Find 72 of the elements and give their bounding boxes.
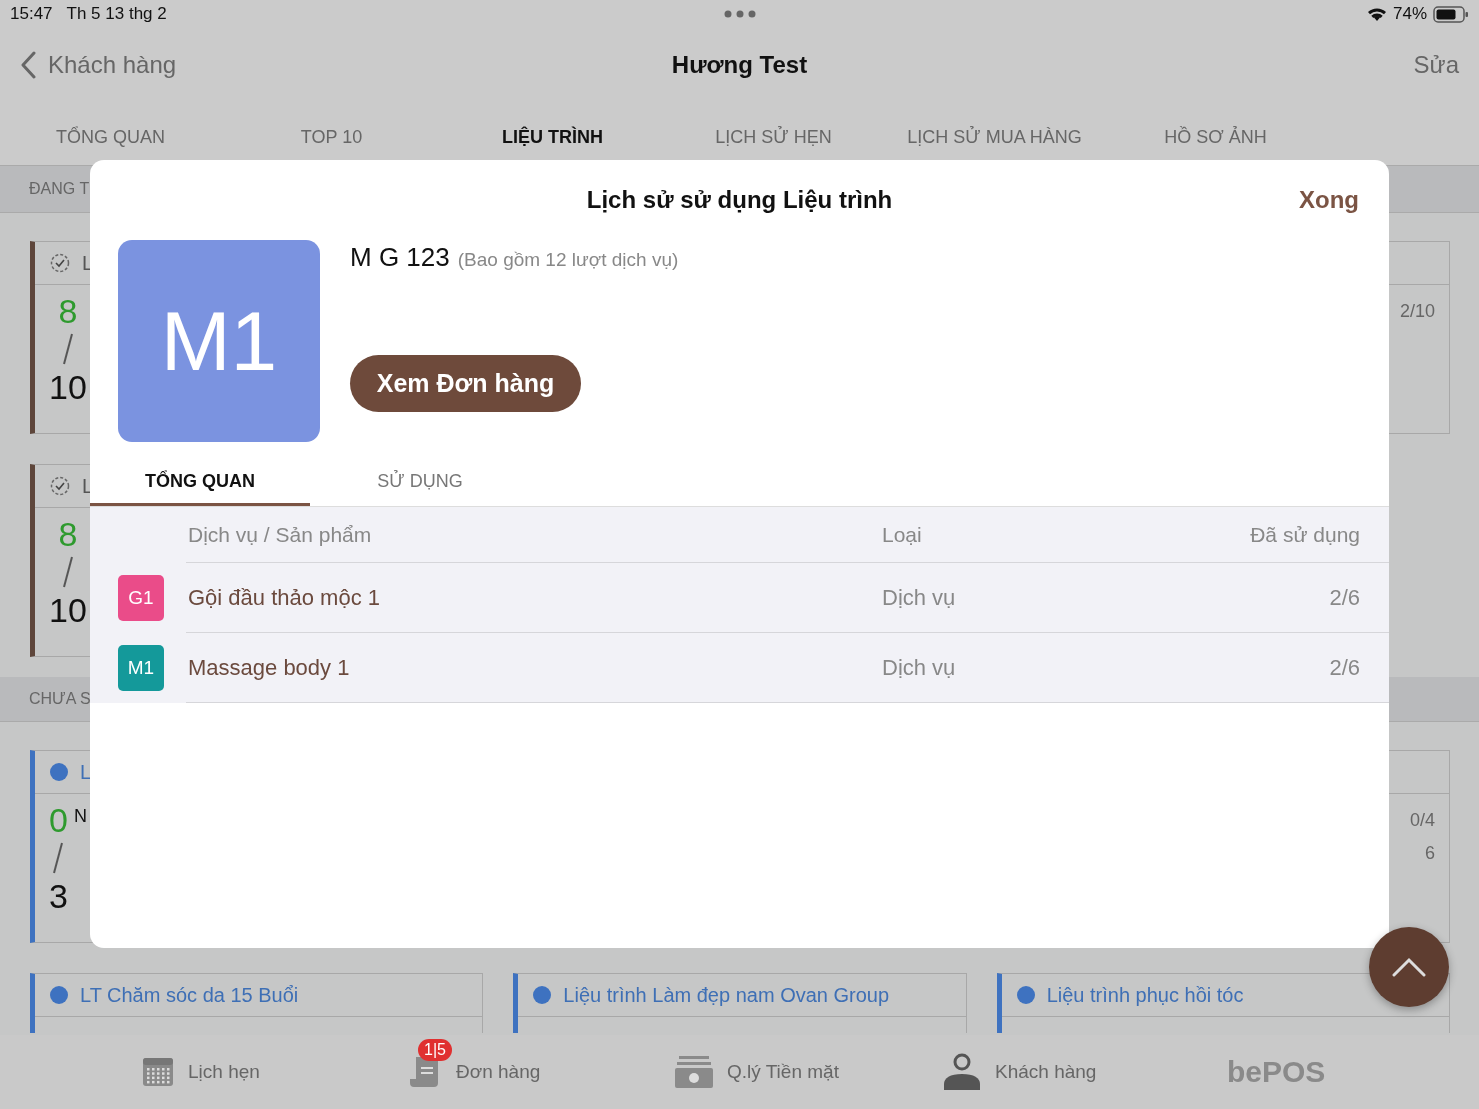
chevron-left-icon: [20, 51, 36, 79]
cash-icon: [675, 1055, 713, 1089]
view-order-button[interactable]: Xem Đơn hàng: [350, 355, 581, 412]
slash-icon: [61, 556, 74, 588]
total-count: 3: [49, 878, 68, 914]
section-title: CHƯA S: [29, 690, 91, 708]
tab[interactable]: SỬ DỤNG: [310, 460, 530, 506]
avatar-tile: M1: [118, 240, 320, 442]
dialog-title: Lịch sử sử dụng Liệu trình: [586, 186, 893, 214]
used-count: 8: [58, 293, 78, 329]
course-title: Liệu trình phục hồi tóc: [1046, 983, 1244, 1007]
section-title: ĐANG T: [29, 180, 90, 198]
person-icon: [943, 1053, 981, 1091]
status-time: 15:47: [10, 4, 53, 24]
package-subtitle: (Bao gồm 12 lượt dịch vụ): [457, 249, 679, 271]
tab[interactable]: HỒ SƠ ẢNH: [1105, 102, 1326, 165]
table-cell-text: Gội đầu thảo mộc 1: [188, 584, 381, 611]
course-title: Liệu trình Làm đẹp nam Ovan Group: [563, 983, 890, 1007]
course-card[interactable]: LT Chăm sóc da 15 Buổi: [30, 973, 484, 1033]
column-header: Dịch vụ / Sản phẩm: [188, 522, 373, 547]
done-button[interactable]: Xong: [1299, 186, 1359, 214]
slash-icon: [52, 842, 65, 874]
chevron-up-icon: [1392, 957, 1426, 977]
usage-count: 0/4: [1409, 810, 1435, 831]
battery-icon: [1433, 5, 1469, 23]
tab[interactable]: LỊCH SỬ HẸN: [663, 102, 884, 165]
tab[interactable]: LỊCH SỬ MUA HÀNG: [884, 102, 1105, 165]
brand-logo: bePOS: [1227, 1055, 1326, 1089]
status-dot-icon: [50, 763, 68, 781]
battery-percent: 74%: [1392, 4, 1427, 24]
edit-button[interactable]: Sửa: [1413, 51, 1459, 79]
course-card[interactable]: Liệu trình phục hồi tóc: [996, 973, 1450, 1033]
check-circle-icon: [50, 476, 70, 496]
usage-count: 2/10: [1399, 301, 1435, 322]
tab[interactable]: LIỆU TRÌNH: [442, 102, 663, 165]
more-dots-icon: [724, 10, 756, 18]
course-note: N: [73, 806, 87, 828]
remaining-count: 6: [1425, 843, 1435, 864]
slash-icon: [61, 333, 74, 365]
status-date: Th 5 13 thg 2: [66, 4, 167, 24]
back-button[interactable]: Khách hàng: [20, 51, 177, 79]
tab[interactable]: TỔNG QUAN: [0, 102, 221, 165]
page-title: Hương Test: [671, 51, 808, 79]
used-count: 0: [49, 802, 68, 838]
tab[interactable]: TOP 10: [221, 102, 442, 165]
count-badge: 1|5: [418, 1039, 452, 1061]
table-cell-text: 2/6: [1328, 654, 1361, 681]
bottom-tab[interactable]: Q.lý Tiền mặt: [675, 1035, 943, 1109]
column-header: Đã sử dụng: [1249, 522, 1361, 547]
check-circle-icon: [50, 253, 70, 273]
service-badge: G1: [118, 574, 164, 621]
service-badge: M1: [118, 644, 164, 691]
bottom-tab[interactable]: Khách hàng: [943, 1035, 1143, 1109]
used-count: 8: [58, 516, 78, 552]
table-cell-text: 2/6: [1328, 584, 1361, 611]
bottom-tab[interactable]: 1|5 Đơn hàng: [410, 1035, 660, 1109]
status-dot-icon: [50, 986, 68, 1004]
bottom-tab[interactable]: Lịch hẹn: [142, 1035, 410, 1109]
table-cell-text: Dịch vụ: [882, 584, 957, 611]
total-count: 10: [49, 592, 87, 628]
table-cell-text: Dịch vụ: [882, 654, 957, 681]
course-title: LT Chăm sóc da 15 Buổi: [80, 983, 299, 1007]
course-title: L: [80, 760, 92, 784]
column-header: Loại: [882, 522, 923, 547]
package-name: M G 123: [350, 242, 450, 273]
status-dot-icon: [533, 986, 552, 1004]
course-card[interactable]: Liệu trình Làm đẹp nam Ovan Group: [513, 973, 967, 1033]
total-count: 10: [49, 369, 87, 405]
calendar-icon: [142, 1056, 174, 1088]
status-dot-icon: [1016, 986, 1035, 1004]
wifi-icon: [1366, 6, 1387, 22]
table-cell-text: Massage body 1: [188, 654, 351, 681]
